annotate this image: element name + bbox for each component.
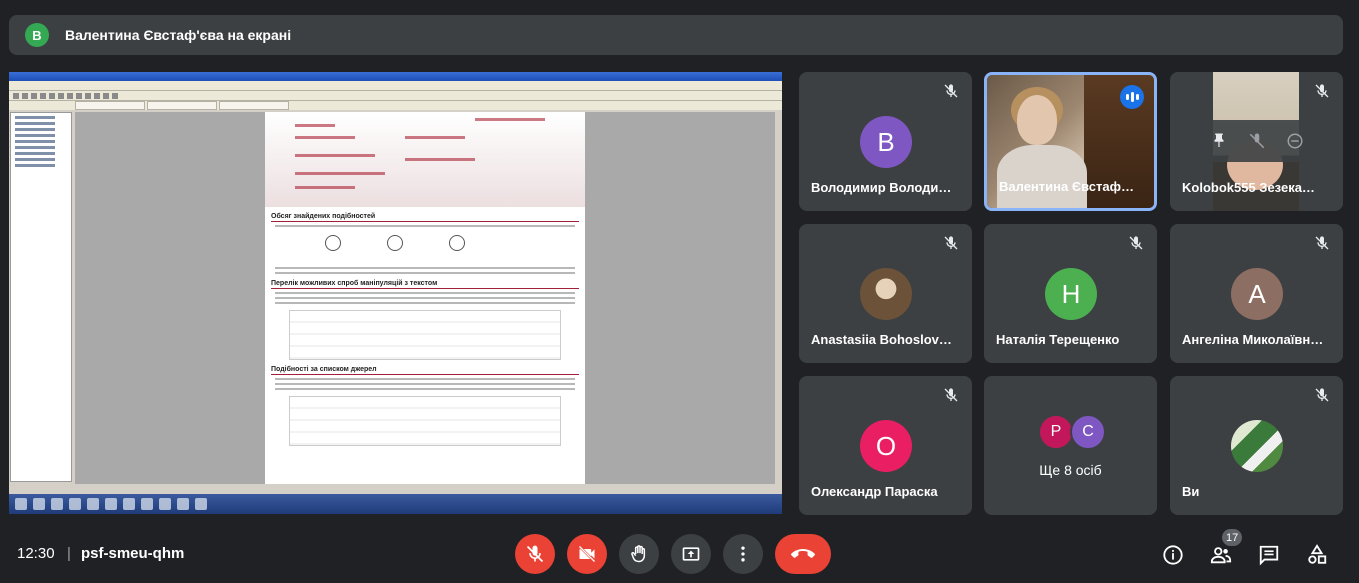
people-button[interactable] [1209,543,1233,567]
self-tile[interactable]: Ви [1170,376,1343,515]
activities-icon [1308,544,1327,564]
mic-off-icon [1315,388,1329,402]
document-kp-circles [325,235,585,251]
pin-icon[interactable] [1210,132,1228,150]
mic-off-icon [944,236,958,250]
shared-window-toolbar [9,91,782,101]
shared-bookmarks-pane [10,112,72,482]
avatar: О [860,420,912,472]
document-section-title: Перелік можливих спроб маніпуляцій з тек… [271,280,579,289]
document-table [289,396,561,446]
participant-tile-speaking[interactable]: Валентина Євстаф… [984,72,1157,211]
bottom-control-bar: 12:30 | psf-smeu-qhm 17 [0,527,1359,583]
meeting-details-button[interactable] [1161,543,1185,567]
avatar: А [1231,268,1283,320]
participant-name: Валентина Євстаф… [999,179,1134,194]
participant-name: Kolobok555 Зезека… [1182,180,1315,195]
camera-off-icon [578,545,596,563]
mic-off-icon [526,545,544,563]
participant-name: Володимир Володи… [811,180,952,195]
participant-name: Ангеліна Миколаївн… [1182,332,1324,347]
participant-name: Наталія Терещенко [996,332,1120,347]
participant-tile[interactable]: Anastasiia Bohoslov… [799,224,972,363]
avatar-photo [860,268,912,320]
speaking-indicator-icon [1120,85,1144,109]
mic-off-icon [944,84,958,98]
more-options-icon [741,546,745,562]
remove-icon[interactable] [1286,132,1304,150]
participant-tile[interactable]: В Володимир Володи… [799,72,972,211]
participant-tile[interactable]: А Ангеліна Миколаївн… [1170,224,1343,363]
document-table [289,310,561,360]
participant-name: Anastasiia Bohoslov… [811,332,952,347]
participant-count-badge: 17 [1222,529,1243,546]
chat-icon [1259,545,1279,566]
avatar: С [1070,414,1106,450]
shared-document-page: Обсяг знайдених подібностей Перелік можл… [265,112,585,484]
presenter-avatar: В [25,23,49,47]
presenting-banner: В Валентина Євстаф'єва на екрані [9,15,1343,55]
mic-off-icon[interactable] [1248,132,1266,150]
more-options-button[interactable] [723,534,763,574]
participant-name: Олександр Параска [811,484,938,499]
info-icon [1163,545,1183,565]
participant-tile[interactable]: Н Наталія Терещенко [984,224,1157,363]
shared-window-menubar [9,81,782,91]
avatar: В [860,116,912,168]
avatar-photo [1231,420,1283,472]
shared-screen: Обсяг знайдених подібностей Перелік можл… [9,72,782,514]
raise-hand-button[interactable] [619,534,659,574]
document-header [265,112,585,207]
shared-window-tabs [9,101,782,110]
shared-document-viewer: Обсяг знайдених подібностей Перелік можл… [75,112,775,484]
avatar: Р [1038,414,1074,450]
shared-window-titlebar [9,72,782,81]
mic-off-icon [944,388,958,402]
camera-toggle-button[interactable] [567,534,607,574]
presenting-text: Валентина Євстаф'єва на екрані [65,27,292,43]
avatar: Н [1045,268,1097,320]
participant-tile[interactable]: Kolobok555 Зезека… [1170,72,1343,211]
participant-name: Ви [1182,484,1200,499]
leave-call-button[interactable] [775,534,831,574]
present-icon [682,547,700,561]
participant-tile[interactable]: О Олександр Параска [799,376,972,515]
people-icon [1210,547,1232,564]
hangup-icon [791,549,815,558]
meeting-code: psf-smeu-qhm [81,545,185,562]
tile-hover-controls [1192,120,1322,162]
more-participants-label: Ще 8 осіб [1039,462,1102,478]
mic-off-icon [1315,236,1329,250]
clock: 12:30 [17,545,55,562]
present-button[interactable] [671,534,711,574]
mic-off-icon [1129,236,1143,250]
separator: | [67,545,71,562]
chat-button[interactable] [1257,543,1281,567]
more-participants-tile[interactable]: Р С Ще 8 осіб [984,376,1157,515]
mic-off-icon [1315,84,1329,98]
document-section-title: Подібності за списком джерел [271,366,579,375]
activities-button[interactable] [1305,543,1329,567]
mic-toggle-button[interactable] [515,534,555,574]
more-participants-avatars: Р С [1038,414,1106,450]
shared-taskbar [9,494,782,514]
document-section-title: Обсяг знайдених подібностей [271,213,579,222]
raise-hand-icon [631,545,646,563]
